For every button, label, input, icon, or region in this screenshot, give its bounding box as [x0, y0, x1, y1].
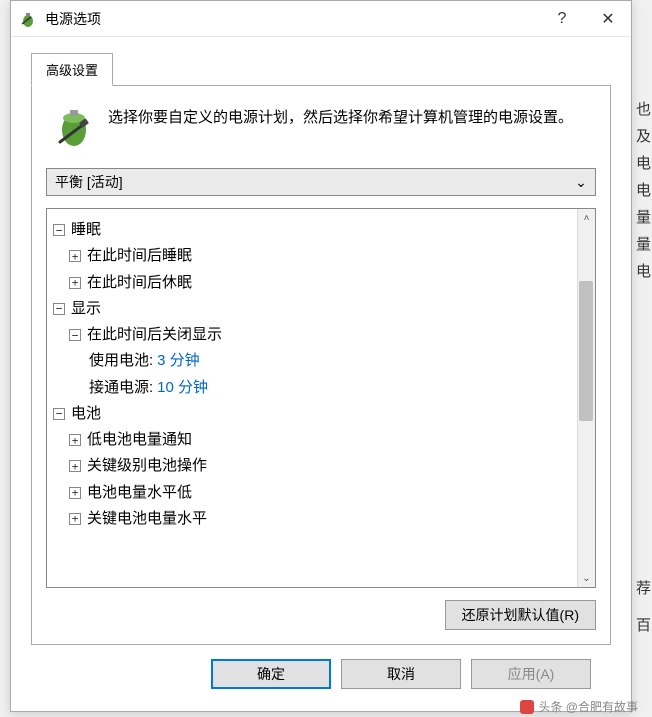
scrollbar-thumb[interactable] [579, 281, 593, 421]
plugged-value: 10 分钟 [157, 375, 208, 401]
battery-plug-icon [54, 106, 94, 150]
power-plan-select[interactable]: 平衡 [活动] ⌄ [46, 168, 596, 196]
plan-select-value: 平衡 [活动] [55, 172, 123, 192]
tree-leaf-battery[interactable]: 使用电池: 3 分钟 [53, 348, 589, 374]
watermark-icon [520, 700, 534, 714]
tree-node-turn-off-display[interactable]: − 在此时间后关闭显示 [53, 322, 589, 348]
expand-icon[interactable]: + [69, 277, 81, 289]
expand-icon[interactable]: + [69, 434, 81, 446]
expand-icon[interactable]: + [69, 250, 81, 262]
power-options-dialog: 电源选项 ? ✕ 高级设置 选择你要自定义的电源计划，然后选择你希望计算机管理的… [10, 0, 632, 712]
restore-defaults-button[interactable]: 还原计划默认值(R) [445, 600, 596, 630]
chevron-down-icon: ⌄ [567, 169, 595, 195]
tree-node-crit-action[interactable]: + 关键级别电池操作 [53, 453, 589, 479]
apply-button[interactable]: 应用(A) [471, 659, 591, 689]
expand-icon[interactable]: + [69, 487, 81, 499]
expand-icon[interactable]: + [69, 513, 81, 525]
settings-tree: − 睡眠 + 在此时间后睡眠 + 在此时间后休眠 − 显示 [46, 208, 596, 588]
tree-node-crit-level[interactable]: + 关键电池电量水平 [53, 506, 589, 532]
tab-panel: 选择你要自定义的电源计划，然后选择你希望计算机管理的电源设置。 平衡 [活动] … [31, 85, 611, 645]
help-button[interactable]: ? [539, 1, 585, 36]
battery-icon [19, 10, 37, 28]
tree-node-sleep[interactable]: − 睡眠 [53, 217, 589, 243]
scroll-down-icon[interactable]: ⌄ [578, 569, 595, 587]
close-button[interactable]: ✕ [585, 1, 631, 36]
ok-button[interactable]: 确定 [211, 659, 331, 689]
tree-node-after-hibernate[interactable]: + 在此时间后休眠 [53, 270, 589, 296]
tree-scrollbar[interactable]: ˄ ⌄ [577, 209, 595, 587]
tab-strip: 高级设置 [31, 53, 611, 86]
tab-advanced[interactable]: 高级设置 [31, 53, 113, 86]
battery-value: 3 分钟 [157, 348, 200, 374]
tree-leaf-plugged[interactable]: 接通电源: 10 分钟 [53, 375, 589, 401]
background-text: 也 及 电 电 量 量 电 荐 百 [636, 96, 651, 639]
titlebar: 电源选项 ? ✕ [11, 1, 631, 37]
cancel-button[interactable]: 取消 [341, 659, 461, 689]
tree-node-after-sleep[interactable]: + 在此时间后睡眠 [53, 243, 589, 269]
description-text: 选择你要自定义的电源计划，然后选择你希望计算机管理的电源设置。 [108, 106, 573, 150]
watermark: 头条 @合肥有故事 [520, 698, 638, 715]
tree-node-display[interactable]: − 显示 [53, 296, 589, 322]
scroll-up-icon[interactable]: ˄ [578, 209, 595, 227]
window-title: 电源选项 [45, 9, 539, 29]
collapse-icon[interactable]: − [53, 408, 65, 420]
collapse-icon[interactable]: − [69, 329, 81, 341]
expand-icon[interactable]: + [69, 460, 81, 472]
tree-node-low-level[interactable]: + 电池电量水平低 [53, 480, 589, 506]
collapse-icon[interactable]: − [53, 224, 65, 236]
collapse-icon[interactable]: − [53, 303, 65, 315]
tree-node-low-notify[interactable]: + 低电池电量通知 [53, 427, 589, 453]
tree-node-battery[interactable]: − 电池 [53, 401, 589, 427]
